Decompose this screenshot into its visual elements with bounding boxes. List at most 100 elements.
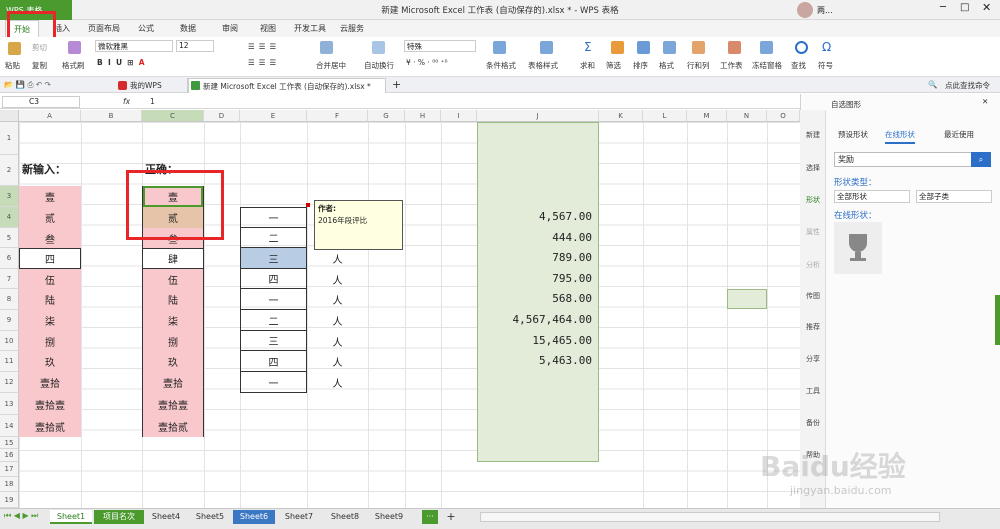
- name-box[interactable]: C3: [2, 96, 80, 108]
- sheet-tab-sheet6[interactable]: Sheet6: [233, 510, 275, 524]
- cell-c7[interactable]: 伍: [143, 269, 203, 289]
- cell-e6[interactable]: 三: [241, 248, 306, 269]
- font-size-select[interactable]: 12: [176, 40, 214, 52]
- paste-icon[interactable]: [8, 42, 21, 55]
- panel-scroll-handle[interactable]: [995, 295, 1000, 345]
- sheet-tab-sheet1[interactable]: Sheet1: [50, 510, 92, 524]
- cell-c11[interactable]: 玖: [143, 351, 203, 372]
- sheet-tab-sheet9[interactable]: Sheet9: [368, 510, 410, 524]
- cell-a12[interactable]: 壹拾: [19, 372, 81, 393]
- horizontal-scrollbar[interactable]: [480, 512, 940, 522]
- merge-center-icon[interactable]: [320, 41, 333, 54]
- cell-f7[interactable]: 人: [307, 269, 368, 289]
- filter-label[interactable]: 筛选: [606, 60, 621, 71]
- format-painter-icon[interactable]: [68, 41, 81, 54]
- maximize-icon[interactable]: □: [960, 2, 969, 13]
- select-all-corner[interactable]: [0, 110, 19, 122]
- col-header-j[interactable]: J: [477, 110, 599, 122]
- row-header-9[interactable]: 9: [0, 310, 19, 331]
- cell-j4[interactable]: 4,567.00: [477, 210, 592, 223]
- freeze-icon[interactable]: [760, 41, 773, 54]
- cell-e11[interactable]: 四: [241, 351, 306, 372]
- cell-f9[interactable]: 人: [307, 310, 368, 331]
- cell-a8[interactable]: 陆: [19, 289, 81, 310]
- sheet-nav-arrows[interactable]: ⏮ ◀ ▶ ⏭: [4, 511, 38, 521]
- row-header-18[interactable]: 18: [0, 477, 19, 492]
- row-header-8[interactable]: 8: [0, 289, 19, 310]
- more-sheets-button[interactable]: ···: [422, 510, 438, 524]
- symbol-label[interactable]: 符号: [818, 60, 833, 71]
- doc-tab-workbook[interactable]: 新建 Microsoft Excel 工作表 (自动保存的).xlsx *: [188, 78, 386, 93]
- col-header-l[interactable]: L: [643, 110, 687, 122]
- close-icon[interactable]: ✕: [982, 1, 991, 14]
- cond-format-label[interactable]: 条件格式: [486, 60, 516, 71]
- cell-c8[interactable]: 陆: [143, 289, 203, 310]
- merge-center-label[interactable]: 合并居中: [316, 60, 346, 71]
- cell-a4[interactable]: 贰: [19, 207, 81, 228]
- col-header-a[interactable]: A: [19, 110, 81, 122]
- formula-input[interactable]: 1: [150, 97, 155, 106]
- col-header-i[interactable]: I: [441, 110, 477, 122]
- format-label[interactable]: 格式: [659, 60, 674, 71]
- tab-cloud[interactable]: 云服务: [334, 20, 370, 37]
- cell-a7[interactable]: 伍: [19, 269, 81, 289]
- cell-e7[interactable]: 四: [241, 269, 306, 289]
- search-cmd-icon[interactable]: 🔍: [928, 80, 937, 89]
- panel-close-icon[interactable]: ✕: [982, 97, 988, 106]
- cell-e8[interactable]: 一: [241, 289, 306, 310]
- sum-label[interactable]: 求和: [580, 60, 595, 71]
- row-header-16[interactable]: 16: [0, 449, 19, 462]
- col-header-h[interactable]: H: [405, 110, 441, 122]
- symbol-icon[interactable]: Ω: [822, 40, 831, 54]
- col-header-m[interactable]: M: [687, 110, 727, 122]
- font-style-buttons[interactable]: B I U ⊞ A: [97, 58, 145, 67]
- selected-cell-n8[interactable]: [727, 289, 767, 309]
- worksheet-label[interactable]: 工作表: [720, 60, 743, 71]
- shape-search-button[interactable]: ⌕: [971, 152, 991, 167]
- side-btn-upload[interactable]: 传图: [800, 291, 826, 301]
- cell-f12[interactable]: 人: [307, 372, 368, 393]
- cell-a9[interactable]: 柒: [19, 310, 81, 331]
- cell-f11[interactable]: 人: [307, 351, 368, 372]
- user-name[interactable]: 两...: [817, 5, 833, 16]
- col-header-c[interactable]: C: [142, 110, 204, 122]
- row-header-12[interactable]: 12: [0, 372, 19, 393]
- comment-box[interactable]: 作者: 2016年段评比: [314, 200, 403, 250]
- sort-icon[interactable]: [637, 41, 650, 54]
- add-sheet-button[interactable]: +: [444, 510, 458, 524]
- cell-c13[interactable]: 壹拾壹: [143, 393, 203, 415]
- col-header-f[interactable]: F: [307, 110, 368, 122]
- cell-e12[interactable]: 一: [241, 372, 306, 393]
- cell-f8[interactable]: 人: [307, 289, 368, 310]
- cell-j10[interactable]: 15,465.00: [477, 334, 592, 347]
- tab-view[interactable]: 视图: [252, 20, 284, 37]
- cell-j9[interactable]: 4,567,464.00: [477, 313, 592, 326]
- row-header-15[interactable]: 15: [0, 437, 19, 449]
- sheet-tab-sheet8[interactable]: Sheet8: [324, 510, 366, 524]
- row-col-icon[interactable]: [692, 41, 705, 54]
- shape-type-dropdown[interactable]: 全部形状: [834, 190, 910, 203]
- cell-j8[interactable]: 568.00: [477, 292, 592, 305]
- paste-label[interactable]: 粘贴: [5, 60, 20, 71]
- table-style-icon[interactable]: [540, 41, 553, 54]
- tab-formulas[interactable]: 公式: [130, 20, 162, 37]
- side-btn-select[interactable]: 选择: [800, 163, 826, 173]
- row-header-10[interactable]: 10: [0, 331, 19, 351]
- format-icon[interactable]: [663, 41, 676, 54]
- cell-a14[interactable]: 壹拾贰: [19, 415, 81, 437]
- side-btn-share[interactable]: 分享: [800, 354, 826, 364]
- fx-icon[interactable]: fx: [123, 97, 130, 106]
- cell-a13[interactable]: 壹拾壹: [19, 393, 81, 415]
- cell-a3[interactable]: 壹: [19, 186, 81, 207]
- table-style-label[interactable]: 表格样式: [528, 60, 558, 71]
- cell-c14[interactable]: 壹拾贰: [143, 415, 203, 437]
- new-tab-icon[interactable]: +: [392, 78, 401, 91]
- row-header-2[interactable]: 2: [0, 155, 19, 186]
- search-cmd-label[interactable]: 点此查找命令: [945, 80, 990, 91]
- cell-e9[interactable]: 二: [241, 310, 306, 331]
- cut-label[interactable]: 剪切: [32, 42, 47, 53]
- panel-title[interactable]: 自选图形: [831, 99, 861, 110]
- col-header-e[interactable]: E: [240, 110, 307, 122]
- row-header-7[interactable]: 7: [0, 269, 19, 289]
- sheet-tab-sheet4[interactable]: Sheet4: [146, 510, 186, 524]
